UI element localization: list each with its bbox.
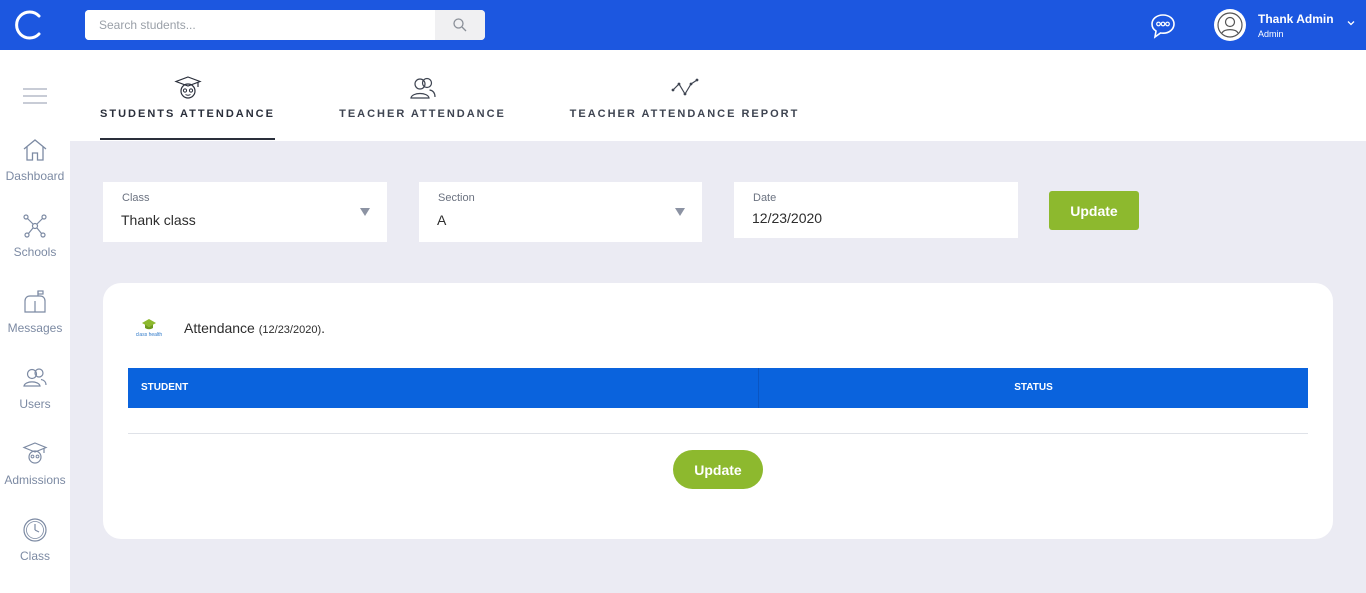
class-select-value: Thank class <box>121 212 196 228</box>
sidebar-item-dashboard[interactable]: Dashboard <box>0 137 70 183</box>
section-select-label: Section <box>438 192 475 204</box>
graduate-icon <box>22 442 48 464</box>
class-select[interactable]: Class Thank class <box>103 182 387 242</box>
date-field-label: Date <box>753 192 777 204</box>
attendance-tabs: STUDENTS ATTENDANCE TEACHER ATTENDANCE T… <box>70 50 1366 141</box>
column-header-status[interactable]: STATUS <box>759 368 1308 408</box>
user-name[interactable]: Thank Admin <box>1258 12 1334 26</box>
user-avatar-icon <box>1217 12 1243 38</box>
top-bar: Thank Admin Admin <box>0 0 1366 50</box>
attendance-title-date: (12/23/2020) <box>258 324 322 336</box>
search-bar <box>85 10 485 40</box>
date-field-value: 12/23/2020 <box>752 210 823 226</box>
search-icon <box>453 18 467 32</box>
sidebar-item-label: Messages <box>7 321 63 335</box>
tab-label: TEACHER ATTENDANCE <box>339 108 506 120</box>
tab-teacher-attendance-report[interactable]: TEACHER ATTENDANCE REPORT <box>567 50 802 141</box>
users-icon <box>409 77 436 99</box>
users-icon <box>23 368 47 387</box>
divider <box>128 433 1308 434</box>
home-icon <box>23 139 47 161</box>
sidebar-item-label: Users <box>19 397 51 411</box>
tab-label: STUDENTS ATTENDANCE <box>100 108 275 120</box>
avatar[interactable] <box>1214 9 1246 41</box>
sidebar-item-class[interactable]: Class <box>0 517 70 563</box>
attendance-title-suffix: . <box>321 320 326 336</box>
attendance-table-header: STUDENT STATUS <box>128 368 1308 408</box>
search-input[interactable] <box>85 10 435 40</box>
chat-icon[interactable] <box>1149 12 1177 40</box>
user-role: Admin <box>1258 29 1284 39</box>
tab-label: TEACHER ATTENDANCE REPORT <box>569 108 800 120</box>
chevron-down-icon[interactable] <box>1346 18 1356 28</box>
update-attendance-button[interactable]: Update <box>673 450 763 489</box>
dropdown-arrow-icon <box>360 208 370 216</box>
class-health-logo: class health <box>136 319 163 338</box>
sidebar: Dashboard Schools Messages Users Admissi… <box>0 50 70 593</box>
active-tab-indicator <box>100 138 275 140</box>
search-button[interactable] <box>435 10 485 40</box>
graduate-icon <box>173 76 202 99</box>
app-logo-icon[interactable] <box>12 8 46 42</box>
sidebar-item-admissions[interactable]: Admissions <box>0 441 70 487</box>
attendance-title-text: Attendance <box>184 320 255 336</box>
update-filters-button[interactable]: Update <box>1049 191 1139 230</box>
date-field[interactable]: Date 12/23/2020 <box>734 182 1018 238</box>
hamburger-menu-icon[interactable] <box>23 87 47 105</box>
mailbox-icon <box>24 290 46 313</box>
sidebar-item-label: Schools <box>13 245 57 259</box>
dropdown-arrow-icon <box>675 208 685 216</box>
logo-text: class health <box>136 332 163 338</box>
attendance-card: class health Attendance (12/23/2020). ST… <box>103 283 1333 539</box>
tab-students-attendance[interactable]: STUDENTS ATTENDANCE <box>100 50 275 141</box>
sidebar-item-schools[interactable]: Schools <box>0 213 70 259</box>
clock-icon <box>23 518 47 542</box>
section-select-value: A <box>437 212 447 228</box>
line-chart-icon <box>671 78 698 96</box>
section-select[interactable]: Section A <box>419 182 702 242</box>
tab-teacher-attendance[interactable]: TEACHER ATTENDANCE <box>335 50 510 141</box>
sidebar-item-users[interactable]: Users <box>0 365 70 411</box>
sidebar-item-label: Dashboard <box>5 169 65 183</box>
column-header-student[interactable]: STUDENT <box>128 368 759 408</box>
class-select-label: Class <box>122 192 150 204</box>
sidebar-item-label: Admissions <box>4 473 66 487</box>
sidebar-item-label: Class <box>19 549 50 563</box>
network-icon <box>23 214 47 238</box>
sidebar-item-messages[interactable]: Messages <box>0 289 70 335</box>
attendance-title: Attendance (12/23/2020). <box>184 320 325 336</box>
